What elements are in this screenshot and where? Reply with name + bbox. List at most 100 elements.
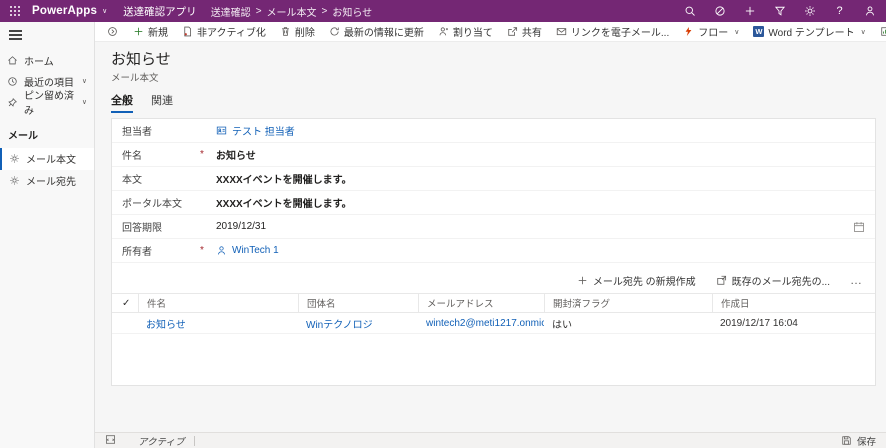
tab-general[interactable]: 全般	[111, 92, 133, 113]
text-field-subject[interactable]: お知らせ	[216, 147, 865, 162]
hamburger-menu-icon[interactable]	[9, 30, 22, 40]
record-status: アクティブ	[138, 436, 185, 448]
calendar-icon[interactable]	[853, 221, 865, 233]
column-header[interactable]: 団体名	[298, 294, 418, 312]
column-header[interactable]: 開封済フラグ	[544, 294, 712, 312]
field-row-body: 本文 XXXXイベントを開催します。	[112, 167, 875, 191]
text-field-body[interactable]: XXXXイベントを開催します。	[216, 171, 865, 186]
account-icon[interactable]	[863, 5, 876, 18]
delete-button[interactable]: 削除	[273, 22, 322, 41]
run-report-button[interactable]: レポートの実行 ∨	[873, 22, 886, 41]
column-header[interactable]: 件名	[138, 294, 298, 312]
person-icon	[218, 246, 225, 255]
form-footer: アクティブ 保存	[95, 432, 886, 448]
breadcrumb-item[interactable]: お知らせ	[332, 4, 372, 19]
subgrid-command-bar: メール宛先 の新規作成 既存のメール宛先の... …	[112, 267, 875, 293]
word-template-button[interactable]: W Word テンプレート ∨	[746, 22, 872, 41]
site-map-sidebar: ホーム 最近の項目 ∨ ピン留め済み ∨ メール メール本文 メール宛先	[0, 22, 95, 448]
assign-button[interactable]: 割り当て	[431, 22, 500, 41]
text-field-portal-body[interactable]: XXXXイベントを開催します。	[216, 195, 865, 210]
cell-subject-link[interactable]: お知らせ	[138, 316, 298, 331]
more-commands-icon[interactable]: …	[850, 273, 863, 287]
refresh-button[interactable]: 最新の情報に更新	[322, 22, 431, 41]
cell-created-on: 2019/12/17 16:04	[720, 317, 798, 329]
sidebar-item-home[interactable]: ホーム	[0, 50, 94, 71]
field-row-owner-contact: 担当者 テスト 担当者	[112, 119, 875, 143]
column-header[interactable]: メールアドレス	[418, 294, 544, 312]
lookup-value-tantousha[interactable]: テスト 担当者	[216, 123, 295, 138]
field-label: 回答期限	[122, 223, 162, 234]
trash-icon	[281, 27, 289, 36]
lookup-value-owner[interactable]: WinTech 1	[216, 245, 279, 256]
field-label: 所有者	[122, 247, 152, 258]
header-actions: ?	[683, 5, 876, 18]
refresh-icon	[330, 27, 339, 36]
sidebar-item-mail-body[interactable]: メール本文	[0, 147, 94, 170]
home-icon	[8, 55, 17, 64]
contact-card-icon	[216, 126, 227, 135]
email-link-button[interactable]: リンクを電子メール...	[549, 22, 676, 41]
flow-button[interactable]: フロー ∨	[676, 22, 746, 41]
table-row[interactable]: お知らせ Winテクノロジ wintech2@meti1217.onmicros…	[112, 313, 875, 334]
field-label: 担当者	[122, 127, 152, 138]
subgrid-new-button[interactable]: メール宛先 の新規作成	[577, 273, 696, 288]
cell-email-link[interactable]: wintech2@meti1217.onmicrosoft.com	[418, 318, 544, 329]
email-icon	[556, 28, 567, 36]
subgrid-add-existing-button[interactable]: 既存のメール宛先の...	[716, 273, 830, 288]
help-icon[interactable]: ?	[833, 5, 846, 18]
powerapps-window: PowerApps ∨ 送達確認アプリ 送達確認 > メール本文 > お知らせ …	[0, 0, 886, 448]
chevron-down-icon: ∨	[81, 99, 87, 106]
required-marker: *	[200, 245, 204, 256]
collapse-commands-icon[interactable]	[99, 22, 126, 41]
form-content: お知らせ メール本文 全般 関連 担当者 テスト 担当者 件名 * お知らせ 本…	[95, 42, 886, 432]
breadcrumb: 送達確認 > メール本文 > お知らせ	[211, 4, 373, 19]
field-row-portal-body: ポータル本文 XXXXイベントを開催します。	[112, 191, 875, 215]
deactivate-icon	[184, 26, 192, 37]
column-header[interactable]: 作成日	[712, 294, 875, 312]
form-switcher-icon[interactable]	[105, 434, 116, 448]
sidebar-section-mail: メール	[8, 130, 38, 142]
entity-name: メール本文	[111, 73, 159, 84]
field-row-owner: 所有者 * WinTech 1	[112, 239, 875, 263]
brand-title[interactable]: PowerApps	[32, 5, 97, 17]
sidebar-item-mail-recipient[interactable]: メール宛先	[0, 170, 94, 192]
clock-icon	[8, 76, 17, 86]
chevron-down-icon: ∨	[734, 28, 740, 36]
pin-icon	[8, 97, 17, 107]
date-field-deadline[interactable]: 2019/12/31	[216, 221, 865, 233]
save-icon	[842, 436, 851, 445]
waffle-icon[interactable]	[10, 6, 20, 16]
chevron-down-icon[interactable]: ∨	[102, 7, 107, 15]
field-row-subject: 件名 * お知らせ	[112, 143, 875, 167]
form-section-card: 担当者 テスト 担当者 件名 * お知らせ 本文 XXXXイベントを開催します。…	[111, 118, 876, 386]
search-icon[interactable]	[683, 5, 696, 18]
required-marker: *	[200, 149, 204, 160]
report-icon	[881, 27, 886, 36]
entity-gear-icon	[10, 154, 19, 163]
breadcrumb-item[interactable]: メール本文	[267, 4, 317, 19]
form-tabs: 全般 関連	[111, 92, 876, 113]
tab-related[interactable]: 関連	[151, 92, 173, 113]
chevron-down-icon: ∨	[860, 28, 866, 36]
plus-icon	[134, 27, 143, 36]
new-button[interactable]: 新規	[126, 22, 175, 41]
field-row-deadline: 回答期限 2019/12/31	[112, 215, 875, 239]
breadcrumb-item[interactable]: 送達確認	[211, 4, 251, 19]
gear-icon[interactable]	[803, 5, 816, 18]
share-button[interactable]: 共有	[500, 22, 549, 41]
select-all-check-icon[interactable]: ✓	[112, 298, 138, 309]
cell-org-link[interactable]: Winテクノロジ	[298, 316, 418, 331]
sidebar-item-label: ピン留め済み	[24, 91, 74, 117]
save-button[interactable]: 保存	[841, 434, 876, 448]
offline-status-icon[interactable]	[713, 5, 726, 18]
sidebar-item-pinned[interactable]: ピン留め済み ∨	[0, 91, 94, 117]
add-existing-icon	[716, 275, 726, 285]
filter-icon[interactable]	[773, 5, 786, 18]
deactivate-button[interactable]: 非アクティブ化	[175, 22, 273, 41]
sidebar-item-label: メール宛先	[26, 177, 76, 188]
quick-create-icon[interactable]	[743, 5, 756, 18]
plus-icon	[578, 276, 587, 284]
assign-person-icon	[439, 27, 448, 36]
app-name: 送達確認アプリ	[123, 5, 197, 18]
field-label: 本文	[122, 175, 142, 186]
